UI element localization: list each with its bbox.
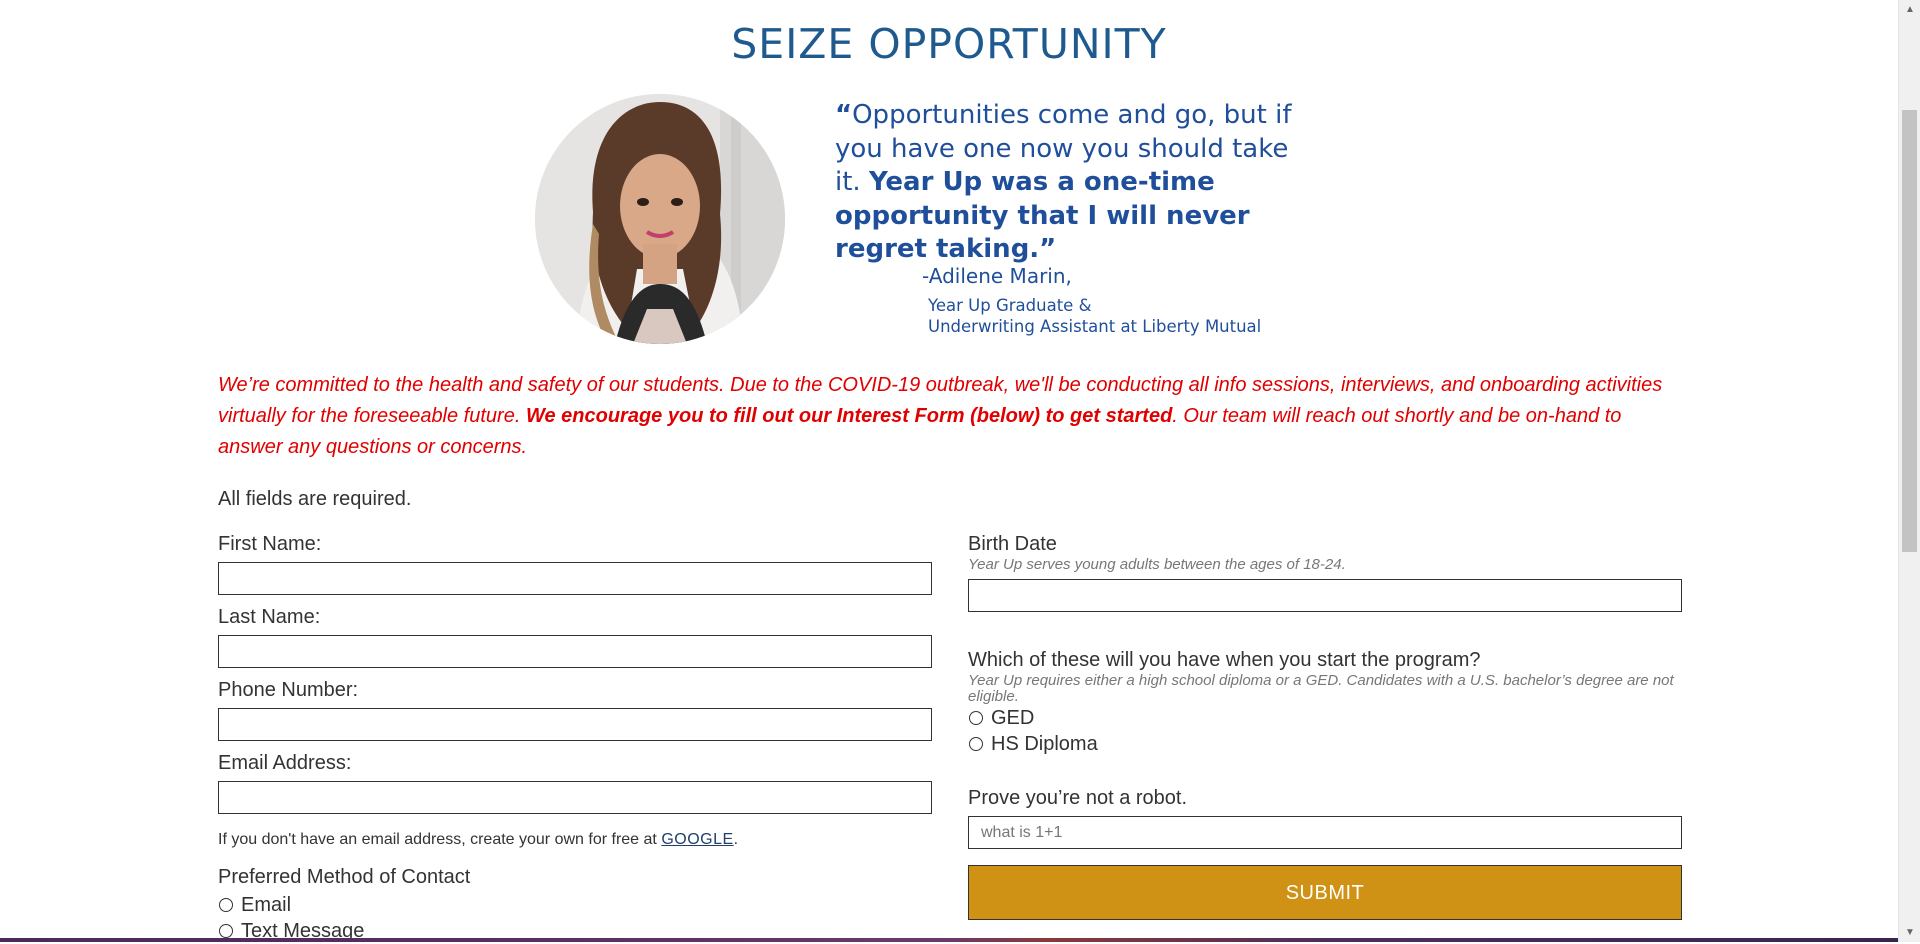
quote-open-mark: “ (835, 100, 853, 130)
email-group: Email Address: (218, 751, 932, 831)
email-help-note: If you don't have an email address, crea… (218, 831, 932, 865)
submit-button[interactable]: SUBMIT (968, 865, 1682, 920)
first-name-label: First Name: (218, 533, 322, 555)
scrollbar-thumb[interactable] (1902, 110, 1917, 552)
contact-option-email[interactable]: Email (218, 892, 932, 918)
radio-button[interactable] (969, 737, 983, 751)
education-option-ged[interactable]: GED (968, 705, 1682, 731)
person-portrait-photo (535, 94, 785, 344)
email-help-suffix: . (733, 831, 739, 848)
education-group: Which of these will you have when you st… (968, 648, 1682, 786)
form-left-column: First Name: Last Name: Phone Number: Ema… (218, 532, 932, 944)
last-name-group: Last Name: (218, 605, 932, 678)
contact-option-label: Email (241, 893, 292, 916)
covid-notice: We’re committed to the health and safety… (218, 370, 1684, 463)
page-title: SEIZE OPPORTUNITY (731, 20, 1167, 68)
captcha-group: Prove you’re not a robot. (968, 786, 1682, 865)
testimonial-banner: “Opportunities come and go, but if you h… (535, 92, 1315, 344)
scroll-up-arrow-icon[interactable]: ▲ (1905, 4, 1915, 15)
notice-bold-text: We encourage you to fill out our Interes… (525, 405, 1173, 427)
birth-date-group: Birth Date Year Up serves young adults b… (968, 532, 1682, 648)
education-option-hs-diploma[interactable]: HS Diploma (968, 731, 1682, 757)
first-name-group: First Name: (218, 532, 932, 605)
education-option-label: HS Diploma (991, 732, 1098, 755)
birth-date-hint: Year Up serves young adults between the … (968, 556, 1346, 573)
radio-button[interactable] (219, 924, 233, 938)
bottom-footer-strip (0, 938, 1898, 942)
education-hint: Year Up requires either a high school di… (968, 672, 1674, 705)
attribution-line-2: Underwriting Assistant at Liberty Mutual (928, 317, 1262, 336)
captcha-input[interactable] (968, 816, 1682, 849)
captcha-label: Prove you’re not a robot. (968, 787, 1188, 809)
attribution-title: Year Up Graduate & Underwriting Assistan… (928, 295, 1261, 337)
email-help-text: If you don't have an email address, crea… (218, 831, 657, 848)
form-right-column: Birth Date Year Up serves young adults b… (968, 532, 1682, 920)
attribution-line-1: Year Up Graduate & (928, 296, 1092, 315)
vertical-scrollbar[interactable]: ▲ ▼ (1898, 0, 1920, 942)
required-note: All fields are required. (218, 488, 412, 510)
last-name-input[interactable] (218, 635, 932, 668)
birth-date-input[interactable] (968, 579, 1682, 612)
scroll-down-arrow-icon[interactable]: ▼ (1905, 927, 1915, 938)
phone-input[interactable] (218, 708, 932, 741)
last-name-label: Last Name: (218, 606, 321, 628)
phone-label: Phone Number: (218, 679, 359, 701)
attribution-name: -Adilene Marin, (922, 264, 1072, 288)
education-label: Which of these will you have when you st… (968, 649, 1481, 671)
email-label: Email Address: (218, 752, 352, 774)
phone-group: Phone Number: (218, 678, 932, 751)
contact-method-label: Preferred Method of Contact (218, 866, 471, 888)
contact-method-group: Preferred Method of Contact Email Text M… (218, 865, 932, 944)
quote-bold-text: Year Up was a one-time opportunity that … (835, 167, 1250, 264)
radio-button[interactable] (969, 711, 983, 725)
first-name-input[interactable] (218, 562, 932, 595)
page: SEIZE OPPORTUNITY “Opportunities come an… (0, 0, 1898, 942)
portrait-icon (535, 94, 785, 344)
email-input[interactable] (218, 781, 932, 814)
education-option-label: GED (991, 706, 1035, 729)
testimonial-quote: “Opportunities come and go, but if you h… (835, 99, 1315, 267)
birth-date-label: Birth Date (968, 533, 1057, 555)
radio-button[interactable] (219, 898, 233, 912)
google-link[interactable]: GOOGLE (661, 831, 733, 848)
